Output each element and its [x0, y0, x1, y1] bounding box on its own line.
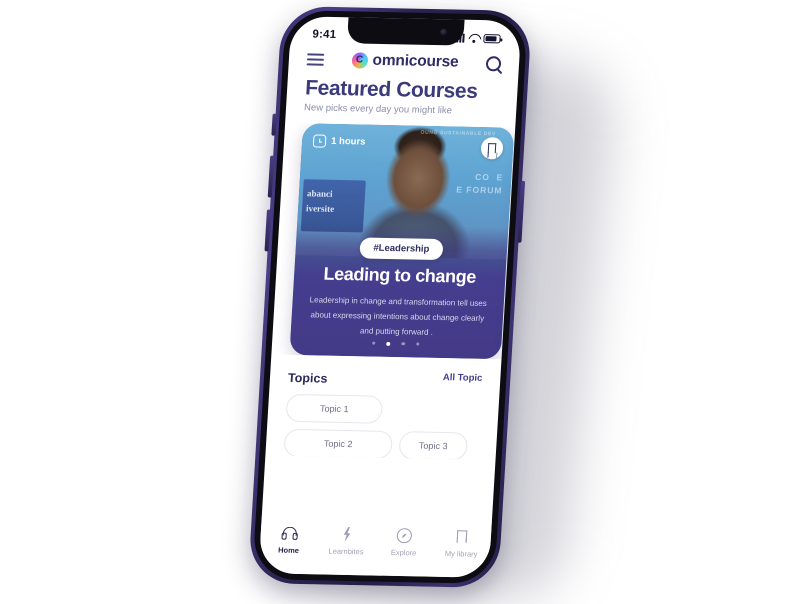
featured-courses-carousel[interactable]: OUNG SUSTAINABLE DEV CO EE FORUM abanci … — [271, 123, 516, 360]
battery-icon — [483, 33, 501, 43]
front-camera-icon — [439, 27, 449, 36]
bottom-navigation-bar: Home Learnbites Explore My library — [258, 517, 492, 578]
phone-screen: 9:41 omnicourse Featured Courses — [258, 16, 522, 578]
topics-title: Topics — [287, 370, 328, 386]
carousel-dot-1[interactable] — [371, 341, 376, 345]
nav-label-my-library: My library — [444, 549, 478, 559]
brand-logo: omnicourse — [351, 51, 459, 71]
nav-label-learnbites: Learnbites — [328, 546, 364, 557]
nav-item-explore[interactable]: Explore — [377, 528, 431, 558]
phone-mockup: 9:41 omnicourse Featured Courses — [247, 5, 533, 589]
nav-label-explore: Explore — [390, 547, 417, 558]
course-duration-label: 1 hours — [330, 135, 366, 148]
hamburger-menu-icon[interactable] — [306, 52, 325, 67]
status-bar-time: 9:41 — [312, 28, 337, 41]
nav-item-learnbites[interactable]: Learnbites — [320, 526, 374, 557]
nav-label-home: Home — [277, 545, 300, 555]
screenshot-stage: 9:41 omnicourse Featured Courses — [0, 0, 800, 604]
wifi-icon — [468, 33, 480, 42]
topic-pill[interactable]: Topic 3 — [398, 431, 469, 461]
page-title: Featured Courses — [304, 76, 479, 103]
clock-icon — [312, 134, 327, 148]
topic-pill[interactable]: Topic 1 — [285, 393, 384, 424]
carousel-dot-3[interactable] — [401, 342, 406, 346]
omnicourse-logo-mark-icon — [351, 52, 369, 69]
headphones-icon — [280, 526, 299, 542]
page-heading: Featured Courses New picks every day you… — [286, 70, 519, 118]
bookmark-icon — [453, 529, 472, 545]
course-duration: 1 hours — [312, 134, 366, 149]
lightning-bolt-icon — [338, 527, 357, 543]
search-icon[interactable] — [485, 55, 502, 71]
brand-name: omnicourse — [372, 51, 459, 71]
photo-overlay-text: CO EE FORUM — [455, 171, 504, 196]
photo-top-text: OUNG SUSTAINABLE DEV — [420, 129, 497, 138]
nav-item-home[interactable]: Home — [262, 525, 316, 555]
photo-banner-line-1: abanci — [306, 188, 333, 199]
course-tag-chip[interactable]: #Leadership — [358, 237, 445, 261]
compass-icon — [395, 528, 414, 544]
course-title: Leading to change — [323, 263, 477, 287]
topic-pill[interactable]: Topic 2 — [283, 428, 394, 460]
photo-banner-line-2: iversite — [305, 203, 335, 214]
carousel-dot-2[interactable] — [386, 341, 391, 347]
course-description: Leadership in change and transformation … — [309, 295, 488, 337]
topic-pill-list: Topic 1 Topic 2 Topic 3 Topic 4 Topic 5 … — [265, 385, 499, 461]
topics-header: Topics All Topic — [270, 355, 502, 390]
bookmark-icon — [487, 143, 497, 154]
page-subtitle: New picks every day you might like — [303, 102, 453, 117]
all-topics-link[interactable]: All Topic — [443, 372, 483, 384]
carousel-dot-4[interactable] — [415, 342, 420, 346]
phone-notch — [346, 16, 465, 46]
nav-item-my-library[interactable]: My library — [435, 529, 489, 559]
course-card[interactable]: OUNG SUSTAINABLE DEV CO EE FORUM abanci … — [289, 123, 515, 360]
